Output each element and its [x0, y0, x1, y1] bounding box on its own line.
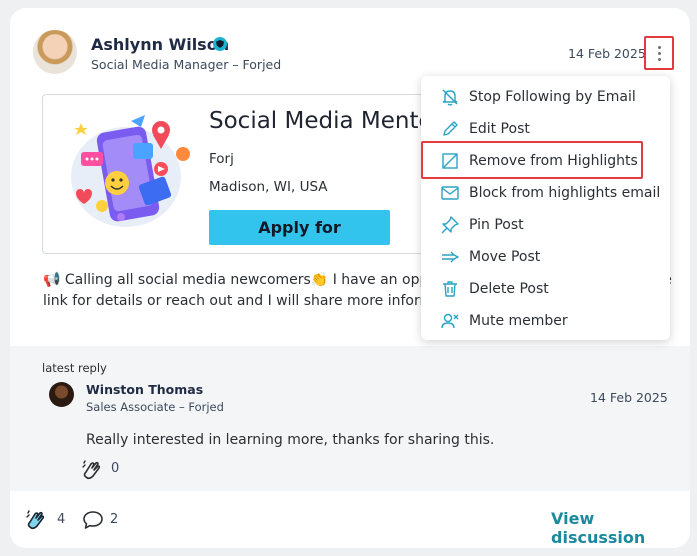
mentorship-location: Madison, WI, USA [209, 179, 328, 195]
view-discussion-link[interactable]: View discussion [551, 509, 690, 547]
menu-item-block-highlights-email[interactable]: Block from highlights email [421, 178, 670, 208]
arrow-right-icon [442, 251, 459, 263]
mail-icon [441, 186, 459, 200]
highlight-off-icon [442, 153, 458, 169]
menu-item-label: Stop Following by Email [469, 89, 636, 105]
menu-item-stop-following-email[interactable]: Stop Following by Email [421, 82, 670, 112]
latest-reply-section: latest reply Winston Thomas Sales Associ… [10, 346, 690, 491]
menu-item-pin-post[interactable]: Pin Post [421, 210, 670, 240]
menu-item-label: Pin Post [469, 217, 524, 233]
menu-item-label: Edit Post [469, 121, 530, 137]
mentorship-card[interactable]: Social Media Mentorship Forj Madison, WI… [42, 94, 462, 254]
post-options-menu: Stop Following by Email Edit Post Remove… [421, 76, 670, 340]
reply-author-avatar[interactable] [49, 382, 74, 407]
trash-icon [443, 281, 457, 297]
latest-reply-label: latest reply [42, 361, 107, 375]
clap-icon[interactable] [80, 458, 104, 482]
reply-author-role: Sales Associate – Forjed [86, 400, 224, 414]
reply-text: Really interested in learning more, than… [86, 432, 495, 448]
menu-item-mute-member[interactable]: Mute member [421, 306, 670, 336]
clap-count: 4 [57, 512, 66, 527]
pencil-icon [443, 121, 458, 136]
menu-item-label: Block from highlights email [469, 185, 661, 201]
comment-icon[interactable] [82, 510, 104, 530]
social-media-illustration [71, 115, 190, 227]
author-name[interactable]: Ashlynn Wilson [91, 35, 229, 54]
pin-icon [441, 216, 459, 234]
apply-for-mentorship-button[interactable]: Apply for Mentorship [209, 210, 390, 245]
clap-icon[interactable] [24, 508, 48, 532]
author-role: Social Media Manager – Forjed [91, 57, 282, 72]
reply-clap-count: 0 [111, 461, 120, 476]
menu-item-delete-post[interactable]: Delete Post [421, 274, 670, 304]
reply-date: 14 Feb 2025 [590, 390, 668, 405]
menu-item-remove-from-highlights[interactable]: Remove from Highlights [421, 146, 670, 176]
menu-item-label: Mute member [469, 313, 568, 329]
comment-count: 2 [110, 512, 119, 527]
author-avatar[interactable] [33, 30, 77, 74]
menu-item-label: Move Post [469, 249, 541, 265]
menu-item-edit-post[interactable]: Edit Post [421, 114, 670, 144]
menu-item-label: Remove from Highlights [469, 153, 638, 169]
bell-off-icon [442, 89, 458, 106]
reply-author-name[interactable]: Winston Thomas [86, 382, 203, 397]
more-options-button[interactable] [644, 36, 674, 70]
user-mute-icon [441, 313, 459, 329]
post-date: 14 Feb 2025 [568, 46, 646, 61]
verified-badge-icon [213, 37, 227, 51]
menu-item-label: Delete Post [469, 281, 549, 297]
mentorship-organization: Forj [209, 151, 234, 167]
menu-item-move-post[interactable]: Move Post [421, 242, 670, 272]
